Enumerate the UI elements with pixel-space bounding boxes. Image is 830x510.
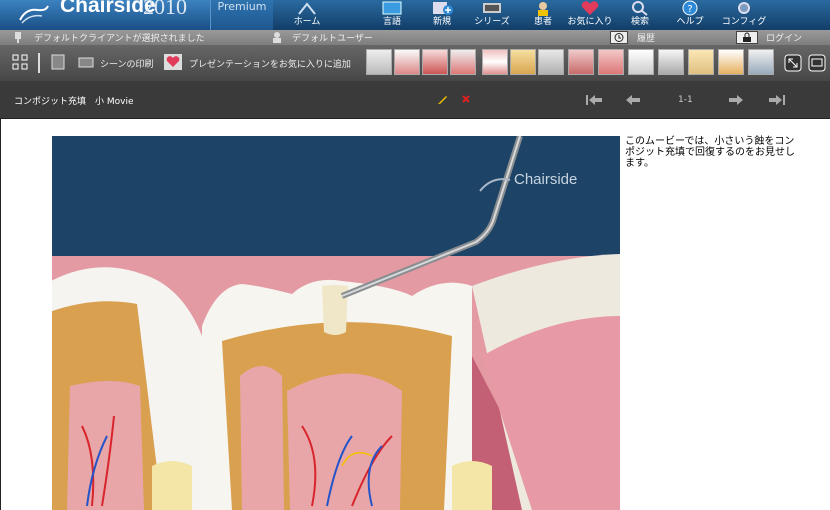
content-left-border (0, 119, 1, 510)
scene-thumbnail[interactable] (366, 49, 392, 75)
edition-label: Premium (217, 0, 267, 13)
scene-thumbnail[interactable] (658, 49, 684, 75)
nav-help-button[interactable]: ? ヘルプ (670, 0, 710, 30)
scene-thumbnail[interactable] (628, 49, 654, 75)
print-icon[interactable] (78, 54, 94, 70)
nav-config-button[interactable]: コンフィグ (720, 0, 768, 30)
grid-view-icon[interactable] (12, 54, 28, 70)
nav-new-label: 新規 (432, 17, 451, 27)
nav-search-button[interactable]: 検索 (620, 0, 660, 30)
status-info-bar: デフォルトクライアントが選択されました デフォルトユーザー 履歴 ログイン (0, 30, 830, 45)
nav-patient-button[interactable]: 患者 (523, 0, 563, 30)
edit-pencil-icon[interactable] (437, 93, 449, 105)
scene-thumbnail[interactable] (748, 49, 774, 75)
document-icon[interactable] (51, 54, 65, 70)
movie-title: コンポジット充填 小 Movie (14, 97, 134, 107)
nav-series-label: シリーズ (474, 17, 510, 27)
scene-thumbnail[interactable] (450, 49, 476, 75)
history-button[interactable] (610, 31, 628, 44)
brand-header: Chairside ™ 2010 Premium (0, 0, 273, 30)
nav-language-button[interactable]: 言語 (372, 0, 412, 30)
scene-thumbnail[interactable] (482, 49, 508, 75)
presentation-icon[interactable] (808, 54, 826, 72)
nav-favorites-button[interactable]: お気に入り (565, 0, 615, 30)
lock-icon (743, 32, 751, 42)
nav-new-button[interactable]: 新規 (422, 0, 462, 30)
top-navigation-bar: Chairside ™ 2010 Premium ホーム 言語 新規 シリーズ … (0, 0, 830, 30)
nav-series-button[interactable]: シリーズ (470, 0, 514, 30)
content-area: Chairside このムービーでは、小さいう蝕をコンポジット充填で回復するのを… (0, 119, 830, 510)
movie-player[interactable]: Chairside (52, 136, 620, 510)
scene-thumbnail[interactable] (598, 49, 624, 75)
nav-config-label: コンフィグ (721, 17, 767, 27)
watermark-text: Chairside (514, 171, 577, 188)
clock-icon (614, 33, 624, 42)
trademark: ™ (133, 0, 140, 6)
nav-favorites-label: お気に入り (567, 17, 613, 27)
history-label[interactable]: 履歴 (637, 31, 655, 44)
scene-thumbnail[interactable] (394, 49, 420, 75)
print-scene-label[interactable]: シーンの印刷 (100, 57, 154, 70)
client-pin-icon (15, 32, 21, 43)
scene-thumbnail[interactable] (688, 49, 714, 75)
first-page-icon[interactable] (585, 94, 603, 106)
nav-home-label: ホーム (293, 17, 321, 27)
next-page-icon[interactable] (728, 94, 744, 106)
nav-help-label: ヘルプ (676, 17, 704, 27)
scene-thumbnail[interactable] (568, 49, 594, 75)
delete-icon[interactable] (461, 94, 471, 104)
movie-title-bar: コンポジット充填 小 Movie 1-1 (0, 81, 830, 119)
nav-patient-label: 患者 (533, 17, 552, 27)
favorite-heart-icon[interactable] (164, 54, 182, 70)
movie-description: このムービーでは、小さいう蝕をコンポジット充填で回復するのをお見せします。 (625, 136, 795, 169)
client-status-text: デフォルトクライアントが選択されました (34, 34, 205, 44)
scene-thumbnail[interactable] (510, 49, 536, 75)
app-name: Chairside (60, 0, 156, 17)
nav-search-label: 検索 (630, 17, 649, 27)
chairside-logo-icon (19, 5, 49, 24)
page-counter: 1-1 (678, 95, 693, 105)
scene-thumbnail[interactable] (538, 49, 564, 75)
login-button[interactable] (736, 31, 758, 44)
fullscreen-icon[interactable] (784, 54, 802, 72)
app-year: 2010 (143, 0, 187, 19)
login-label[interactable]: ログイン (766, 31, 802, 44)
edition-badge: Premium (210, 0, 273, 30)
current-user-text: デフォルトユーザー (292, 34, 373, 44)
toolbar-divider (38, 53, 40, 73)
last-page-icon[interactable] (768, 94, 786, 106)
add-favorite-label[interactable]: プレゼンテーションをお気に入りに追加 (189, 57, 351, 70)
nav-language-label: 言語 (382, 17, 401, 27)
scene-thumbnail[interactable] (718, 49, 744, 75)
nav-home-button[interactable]: ホーム (287, 0, 327, 30)
scene-thumbnail[interactable] (422, 49, 448, 75)
scene-toolbar: シーンの印刷 プレゼンテーションをお気に入りに追加 (0, 45, 830, 81)
user-icon (273, 32, 281, 43)
previous-page-icon[interactable] (625, 94, 641, 106)
